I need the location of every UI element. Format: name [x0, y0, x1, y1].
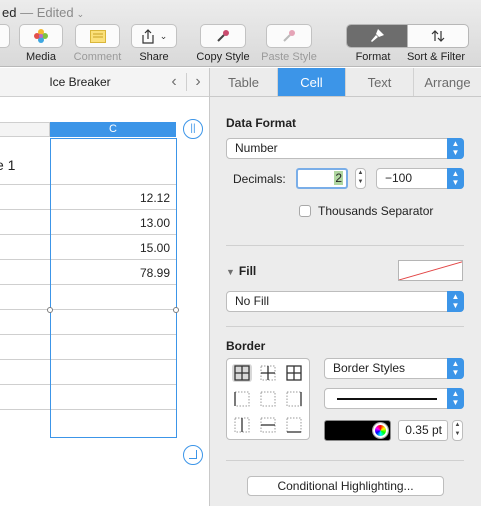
resize-handle[interactable]: [47, 307, 53, 313]
conditional-highlighting-button[interactable]: Conditional Highlighting...: [247, 476, 444, 496]
decimals-label: Decimals:: [233, 172, 286, 186]
sort-filter-button[interactable]: [407, 25, 468, 47]
fill-color-well[interactable]: [398, 260, 463, 281]
copy-style-button[interactable]: [200, 24, 246, 48]
media-label: Media: [26, 51, 56, 63]
line-style-sample: [337, 398, 437, 400]
paste-style-button[interactable]: [266, 24, 312, 48]
selected-column[interactable]: [50, 138, 177, 438]
comment-label: Comment: [73, 51, 122, 63]
sheet-tab-bar: Ice Breaker ‹ ›: [0, 68, 209, 97]
sheet-canvas[interactable]: C || e 1 12.12 13.00 15.00 78.99: [0, 98, 209, 506]
data-format-popup[interactable]: Number ▲ ▼: [226, 138, 464, 159]
column-header-b[interactable]: [0, 122, 50, 137]
tab-table[interactable]: Table: [210, 68, 278, 96]
pause-icon[interactable]: ||: [183, 119, 203, 139]
chevron-down-icon: ⌄: [76, 9, 85, 19]
fill-value: No Fill: [235, 294, 270, 308]
border-styles-label: Border Styles: [333, 361, 406, 375]
section-divider: [226, 245, 464, 246]
table-resize-icon[interactable]: [183, 445, 203, 465]
comment-button[interactable]: [75, 24, 120, 48]
popup-arrows-icon: ▲ ▼: [447, 138, 464, 159]
border-styles-popup[interactable]: Border Styles ▲ ▼: [324, 358, 464, 379]
data-format-value: Number: [235, 141, 278, 155]
eyedropper-paste-icon: [283, 30, 295, 42]
fill-disclosure[interactable]: ▼ Fill: [226, 264, 256, 278]
popup-arrows-icon: ▲ ▼: [447, 291, 464, 312]
toolbar: ed — Edited ⌄ Media Comment ⌄ Share Copy …: [0, 0, 481, 67]
media-button[interactable]: [19, 24, 63, 48]
negative-format-value: −100: [385, 171, 413, 185]
decimals-value: 2: [334, 171, 343, 185]
popup-arrows-icon: ▲ ▼: [447, 168, 464, 189]
sort-filter-label: Sort & Filter: [406, 51, 466, 63]
chevron-right-icon[interactable]: ›: [189, 73, 207, 91]
negative-format-popup[interactable]: −100 ▲ ▼: [376, 168, 464, 189]
paintbrush-icon: [371, 29, 384, 42]
column-header-c[interactable]: C: [50, 122, 176, 137]
data-format-title: Data Format: [226, 116, 297, 130]
sort-icon: [431, 30, 445, 42]
disclosure-triangle-icon: ▼: [226, 267, 235, 277]
decimals-stepper[interactable]: ▲ ▼: [355, 168, 366, 189]
share-button[interactable]: ⌄: [131, 24, 177, 48]
thousands-separator-checkbox[interactable]: [299, 205, 311, 217]
tab-cell[interactable]: Cell: [278, 68, 346, 96]
thousands-separator-label: Thousands Separator: [318, 204, 434, 218]
share-label: Share: [139, 51, 169, 63]
color-wheel-icon[interactable]: [373, 423, 388, 438]
section-divider: [226, 326, 464, 327]
format-button[interactable]: [347, 25, 407, 47]
chevron-left-icon[interactable]: ‹: [165, 73, 183, 91]
comment-icon: [89, 29, 106, 43]
window-title[interactable]: ed — Edited ⌄: [2, 5, 84, 20]
resize-handle[interactable]: [173, 307, 179, 313]
inspector-tabs: Table Cell Text Arrange: [210, 68, 481, 97]
eyedropper-icon: [217, 30, 229, 42]
paste-style-label: Paste Style: [261, 51, 317, 63]
chevron-down-icon: ⌄: [159, 30, 168, 41]
tab-arrange[interactable]: Arrange: [414, 68, 481, 96]
border-color-well[interactable]: [324, 420, 391, 441]
border-title: Border: [226, 339, 266, 353]
format-label: Format: [355, 51, 391, 63]
fill-popup[interactable]: No Fill ▲ ▼: [226, 291, 464, 312]
fill-title: Fill: [238, 264, 257, 278]
edited-status: — Edited: [16, 5, 74, 20]
format-inspector: Table Cell Text Arrange Data Format Numb…: [210, 68, 481, 506]
popup-arrows-icon: ▲ ▼: [447, 388, 464, 409]
partial-toolbar-button[interactable]: [0, 24, 10, 48]
border-width-stepper[interactable]: ▲ ▼: [452, 420, 463, 441]
border-options-icon: [232, 364, 302, 433]
table-title[interactable]: e 1: [0, 157, 15, 173]
tab-text[interactable]: Text: [346, 68, 414, 96]
inspector-segmented-control: [346, 24, 469, 48]
nav-divider: [186, 73, 187, 91]
section-divider: [226, 460, 464, 461]
photos-icon: [34, 29, 48, 43]
copy-style-label: Copy Style: [196, 51, 250, 63]
decimals-field[interactable]: 2: [296, 168, 348, 189]
share-icon: [142, 28, 154, 44]
popup-arrows-icon: ▲ ▼: [447, 358, 464, 379]
border-width-field[interactable]: 0.35 pt: [398, 420, 448, 441]
border-line-style-popup[interactable]: ▲ ▼: [324, 388, 464, 409]
document-name: ed: [2, 5, 17, 20]
border-selector: [226, 358, 310, 440]
sheet-tab-ice-breaker[interactable]: Ice Breaker: [30, 75, 130, 89]
